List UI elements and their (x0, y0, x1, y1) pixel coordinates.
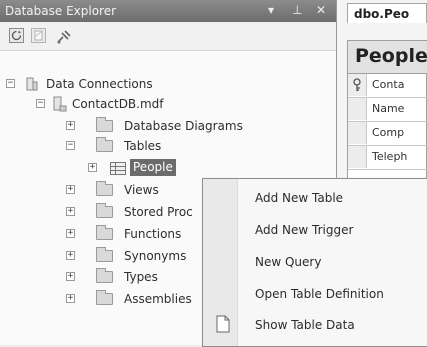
expand-toggle[interactable]: + (66, 121, 75, 130)
menu-item-open-table-definition[interactable]: Open Table Definition (203, 279, 427, 309)
window-position-dropdown-icon[interactable]: ▾ (268, 3, 274, 17)
tree-node-database-diagrams[interactable]: + Database Diagrams (66, 116, 266, 136)
tree-label-functions: Functions (124, 227, 182, 241)
tree-node-functions[interactable]: + Functions (66, 224, 202, 244)
folder-icon (96, 117, 113, 132)
row-selector[interactable] (348, 146, 367, 168)
collapse-toggle[interactable]: − (66, 141, 75, 150)
column-name-cell: Comp (372, 126, 405, 139)
tree-node-views[interactable]: + Views (66, 180, 206, 200)
menu-item-label: New Query (255, 255, 322, 269)
connect-icon[interactable] (55, 28, 71, 44)
tree-label-views: Views (124, 183, 159, 197)
tree-label-people: People (130, 159, 176, 176)
folder-icon (96, 225, 113, 240)
row-selector[interactable] (348, 122, 367, 144)
collapse-toggle[interactable]: − (36, 99, 45, 108)
context-menu: Add New Table Add New Trigger New Query … (202, 178, 427, 347)
tree-label-assemblies: Assemblies (124, 292, 192, 306)
expand-toggle[interactable]: + (66, 294, 75, 303)
folder-icon (96, 181, 113, 196)
tree-node-stored-procedures[interactable]: + Stored Proc (66, 202, 202, 222)
close-icon[interactable]: ✕ (316, 3, 326, 17)
row-selector[interactable] (348, 74, 367, 96)
expand-toggle[interactable]: + (88, 163, 97, 172)
expand-toggle[interactable]: + (66, 185, 75, 194)
tree-label-types: Types (124, 270, 158, 284)
menu-item-label: Add New Table (255, 191, 344, 205)
explorer-toolbar (0, 22, 336, 51)
menu-item-add-new-table[interactable]: Add New Table (203, 183, 427, 213)
tree-label-database-diagrams: Database Diagrams (124, 119, 243, 133)
explorer-titlebar: Database Explorer ▾ ⊥ ✕ (0, 0, 336, 22)
column-row[interactable]: Teleph (348, 146, 427, 170)
menu-item-label: Show Table Data (255, 318, 355, 332)
auto-hide-pin-icon[interactable]: ⊥ (292, 3, 302, 17)
database-icon (52, 96, 68, 118)
menu-item-label: Open Table Definition (255, 287, 384, 301)
stop-icon[interactable] (31, 28, 46, 43)
collapse-toggle[interactable]: − (6, 79, 15, 88)
tree-node-data-connections[interactable]: − Data Connections (6, 74, 206, 94)
folder-icon (96, 203, 113, 218)
show-table-data-icon (216, 315, 230, 336)
expand-toggle[interactable]: + (66, 251, 75, 260)
tree-node-types[interactable]: + Types (66, 267, 202, 287)
tree-label-stored-procedures: Stored Proc (124, 205, 193, 219)
expand-toggle[interactable]: + (66, 272, 75, 281)
folder-icon (96, 137, 113, 152)
menu-item-label: Add New Trigger (255, 223, 354, 237)
folder-icon (96, 290, 113, 305)
menu-item-add-new-trigger[interactable]: Add New Trigger (203, 215, 427, 245)
document-tab[interactable]: dbo.Peo (347, 3, 427, 23)
table-header: People (348, 41, 427, 74)
column-row[interactable]: Conta (348, 74, 427, 98)
column-name-cell: Conta (372, 78, 405, 91)
tree-label-tables: Tables (124, 139, 162, 153)
tree-node-assemblies[interactable]: + Assemblies (66, 289, 202, 309)
primary-key-icon (353, 78, 361, 91)
table-icon (110, 161, 126, 181)
tree-node-people[interactable]: + People (88, 158, 208, 178)
tree-label-database: ContactDB.mdf (72, 97, 164, 111)
column-name-cell: Teleph (372, 150, 408, 163)
menu-item-show-table-data[interactable]: Show Table Data (203, 310, 427, 340)
menu-item-new-query[interactable]: New Query (203, 247, 427, 277)
tree-node-synonyms[interactable]: + Synonyms (66, 246, 202, 266)
tree-node-tables[interactable]: − Tables (66, 136, 266, 156)
column-row[interactable]: Name (348, 98, 427, 122)
table-title: People (355, 45, 427, 67)
column-name-cell: Name (372, 102, 405, 115)
tree-label-data-connections: Data Connections (46, 77, 153, 91)
tree-node-database[interactable]: − ContactDB.mdf (36, 94, 236, 114)
row-selector[interactable] (348, 98, 367, 120)
refresh-icon[interactable] (9, 28, 24, 43)
column-row[interactable]: Comp (348, 122, 427, 146)
expand-toggle[interactable]: + (66, 229, 75, 238)
folder-icon (96, 247, 113, 262)
folder-icon (96, 268, 113, 283)
explorer-title: Database Explorer (5, 4, 117, 18)
tree-label-synonyms: Synonyms (124, 249, 187, 263)
expand-toggle[interactable]: + (66, 207, 75, 216)
